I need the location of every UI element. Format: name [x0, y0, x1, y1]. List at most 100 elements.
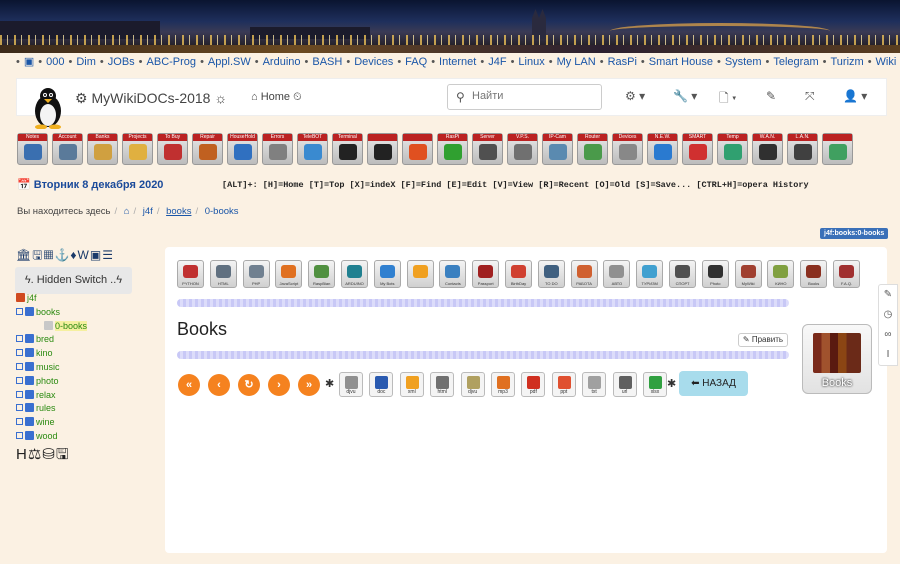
category-icon-button[interactable]: My Bots — [373, 260, 401, 288]
app-icon-button[interactable]: IP-Cam — [542, 133, 573, 165]
category-icon-button[interactable]: MyWiki — [734, 260, 762, 288]
category-icon-button[interactable]: F.A.Q. — [833, 260, 860, 288]
app-icon-button[interactable]: V.P.S. — [507, 133, 538, 165]
tools-menu-button[interactable]: 🔧 ▾ — [673, 89, 697, 103]
file-type-icon[interactable]: url — [612, 372, 637, 397]
topnav-link[interactable]: RasPi — [606, 56, 639, 68]
app-icon-button[interactable]: L.A.N. — [787, 133, 818, 165]
topnav-link[interactable]: Turizm — [828, 56, 865, 68]
prev-page-button[interactable]: ‹ — [208, 374, 230, 396]
topnav-link[interactable]: System — [723, 56, 764, 68]
topnav-link[interactable]: Devices — [352, 56, 395, 68]
edit-icon[interactable]: ✎ — [879, 285, 897, 305]
app-icon-button[interactable]: RasPi — [437, 133, 468, 165]
topnav-link[interactable]: Telegram — [771, 56, 820, 68]
category-icon-button[interactable]: РАБОТА — [570, 260, 598, 288]
topnav-link[interactable]: Arduino — [261, 56, 303, 68]
link-icon[interactable]: ∞ — [879, 325, 897, 345]
tree-item[interactable]: wood — [16, 430, 87, 445]
topnav-link[interactable]: Dim — [74, 56, 98, 68]
expand-icon[interactable] — [16, 376, 23, 384]
file-type-icon[interactable]: xml — [399, 372, 424, 397]
category-icon-button[interactable]: PHP — [242, 260, 270, 288]
expand-icon[interactable] — [16, 349, 23, 357]
category-icon-button[interactable]: ARDUINO — [341, 260, 368, 288]
tree-item[interactable]: bred — [16, 334, 87, 348]
books-image[interactable]: Books — [802, 324, 872, 394]
app-icon-button[interactable] — [822, 133, 853, 165]
file-type-icon[interactable]: pdf — [521, 372, 546, 397]
search-box[interactable]: ⚲ — [447, 84, 602, 110]
breadcrumb-item-j4f[interactable]: j4f — [143, 206, 153, 217]
app-icon-button[interactable]: W.A.N. — [752, 133, 783, 165]
site-brand[interactable]: ⚙ MyWikiDOCs-2018 ☼ — [75, 90, 227, 107]
tree-item[interactable]: relax — [16, 389, 87, 404]
breadcrumb-item-0-books[interactable]: 0-books — [205, 206, 239, 217]
file-type-icon[interactable]: doc — [369, 372, 394, 397]
topnav-link[interactable]: Appl.SW — [206, 56, 253, 68]
expand-icon[interactable] — [16, 390, 23, 398]
fullscreen-icon[interactable]: ⤧ — [805, 89, 815, 104]
file-type-icon[interactable]: djvu — [460, 372, 485, 397]
tree-item[interactable]: photo — [16, 375, 87, 390]
app-icon-button[interactable]: TeleBOT — [297, 133, 328, 165]
file-type-icon[interactable]: ppt — [551, 372, 576, 397]
app-icon-button[interactable]: Projects — [122, 133, 153, 165]
user-menu-button[interactable]: 👤 ▾ — [843, 89, 867, 103]
file-type-icon[interactable]: djvu — [339, 372, 363, 397]
category-icon-button[interactable]: Books — [800, 260, 828, 288]
tux-logo-icon[interactable] — [31, 87, 65, 129]
app-icon-button[interactable] — [402, 133, 433, 165]
app-icon-button[interactable]: Banks — [87, 133, 118, 165]
app-icon-button[interactable]: Terminal — [332, 133, 363, 165]
file-type-icon[interactable]: txt — [582, 372, 607, 397]
edit-icon[interactable]: ✎ — [766, 89, 776, 103]
category-icon-button[interactable]: RaspBian — [308, 260, 336, 288]
gear-icon[interactable]: ✱ — [325, 377, 334, 390]
category-icon-button[interactable]: Passport — [472, 260, 500, 288]
category-icon-button[interactable]: TO DO — [537, 260, 565, 288]
tree-item[interactable]: 0-books — [16, 320, 88, 335]
expand-icon[interactable] — [16, 431, 23, 439]
category-icon-button[interactable]: СПОРТ — [669, 260, 696, 288]
tree-item[interactable]: j4f — [16, 293, 87, 307]
expand-icon[interactable] — [16, 335, 23, 343]
file-type-icon[interactable]: html — [430, 372, 455, 397]
expand-icon[interactable] — [16, 362, 23, 370]
app-icon-button[interactable]: Notes — [17, 133, 48, 165]
category-icon-button[interactable]: JavaScript — [275, 260, 303, 288]
category-icon-button[interactable]: BirthDay — [505, 260, 532, 288]
category-icon-button[interactable]: АВТО — [603, 260, 631, 288]
tree-item[interactable]: books — [16, 306, 87, 321]
app-icon-button[interactable]: To Buy — [157, 133, 188, 165]
category-icon-button[interactable]: КИНО — [767, 260, 795, 288]
topnav-link[interactable]: J4F — [486, 56, 508, 68]
topnav-link[interactable]: 000 — [44, 56, 66, 68]
app-icon-button[interactable]: Repair — [192, 133, 223, 165]
app-icon-button[interactable]: Router — [577, 133, 608, 165]
app-icon-button[interactable]: SMART — [682, 133, 713, 165]
sidebar-toolbar[interactable]: 🏛🖫▦⚓♦W▣☰ — [16, 246, 114, 267]
text-cursor-icon[interactable]: I — [879, 345, 897, 365]
page-menu-button[interactable]: 🗋 ▾ — [719, 89, 736, 110]
category-icon-button[interactable]: PYTHON — [177, 260, 204, 288]
expand-icon[interactable] — [16, 418, 23, 426]
app-icon-button[interactable]: Temp — [717, 133, 748, 165]
topnav-link[interactable]: Linux — [516, 56, 546, 68]
app-icon-button[interactable]: HouseHold — [227, 133, 258, 165]
category-icon-button[interactable]: Contacts — [439, 260, 467, 288]
tree-item[interactable]: music — [16, 361, 87, 376]
tree-item[interactable]: kino — [16, 348, 87, 362]
reload-button[interactable]: ↻ — [238, 374, 260, 396]
topnav-link[interactable]: ABC-Prog — [145, 56, 199, 68]
category-icon-button[interactable]: Photo — [701, 260, 729, 288]
app-icon-button[interactable]: N.E.W. — [647, 133, 678, 165]
search-input[interactable] — [472, 90, 592, 102]
file-type-icon[interactable]: mp3 — [491, 372, 515, 397]
app-icon-button[interactable]: Server — [472, 133, 503, 165]
category-icon-button[interactable]: ТУРИЗМ — [636, 260, 664, 288]
app-icon-button[interactable]: Errors — [262, 133, 293, 165]
history-icon[interactable]: ◷ — [879, 305, 897, 325]
app-icon-button[interactable]: Account — [52, 133, 83, 165]
topnav-link[interactable]: Wiki — [874, 56, 899, 68]
